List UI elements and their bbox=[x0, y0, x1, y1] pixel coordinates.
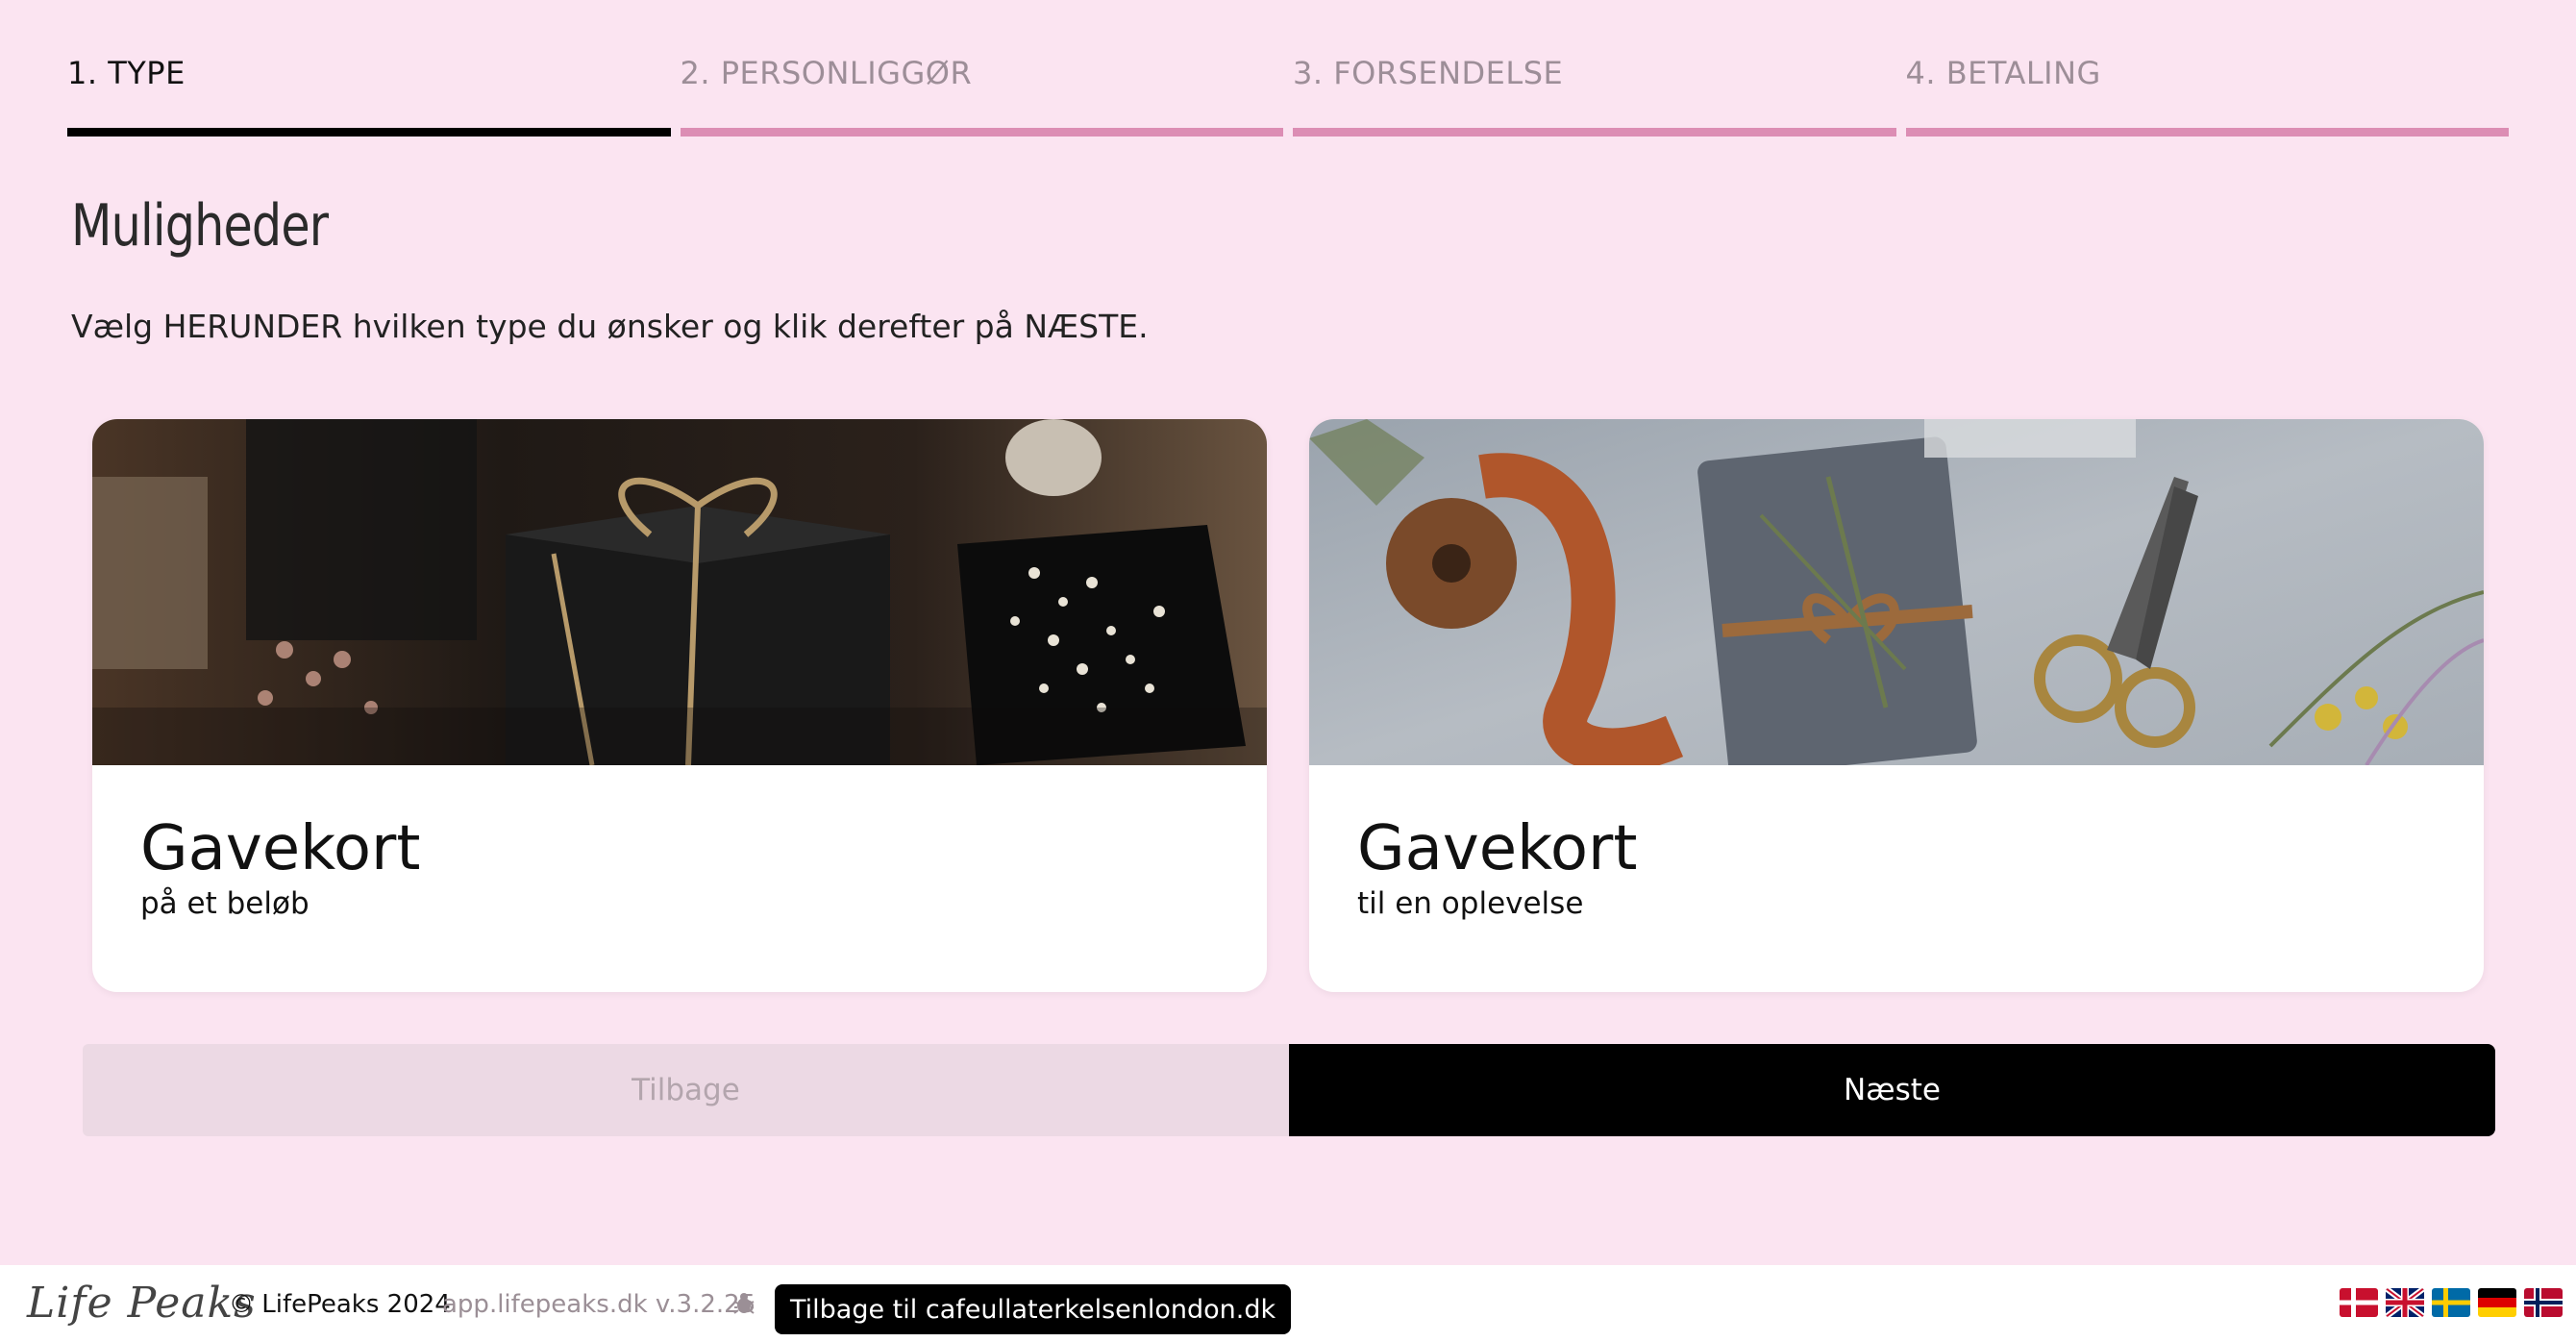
lifepeaks-logo[interactable]: Life Peaks bbox=[27, 1279, 257, 1328]
wrapped-gift-ribbon-photo bbox=[1309, 419, 2484, 765]
card-subtitle: til en oplevelse bbox=[1357, 886, 1584, 921]
step-progress: 1. TYPE 2. PERSONLIGGØR 3. FORSENDELSE 4… bbox=[67, 58, 2509, 137]
back-button[interactable]: Tilbage bbox=[83, 1044, 1289, 1136]
swedish-flag-icon[interactable] bbox=[2432, 1288, 2470, 1317]
step-bar bbox=[1905, 128, 2509, 137]
danish-flag-icon[interactable] bbox=[2340, 1288, 2378, 1317]
card-title: Gavekort bbox=[140, 813, 421, 884]
option-card-experience[interactable]: Gavekort til en oplevelse bbox=[1309, 419, 2484, 992]
step-forsendelse[interactable]: 3. FORSENDELSE bbox=[1293, 58, 1896, 137]
next-button[interactable]: Næste bbox=[1289, 1044, 2495, 1136]
footer: Life Peaks © LifePeaks 2024 app.lifepeak… bbox=[0, 1265, 2576, 1342]
norwegian-flag-icon[interactable] bbox=[2524, 1288, 2563, 1317]
option-card-amount[interactable]: Gavekort på et beløb bbox=[92, 419, 1267, 992]
step-label: 3. FORSENDELSE bbox=[1293, 55, 1564, 91]
copyright-text: © LifePeaks 2024 bbox=[229, 1290, 451, 1319]
step-label: 4. BETALING bbox=[1905, 55, 2101, 91]
german-flag-icon[interactable] bbox=[2478, 1288, 2516, 1317]
language-selector bbox=[2340, 1288, 2563, 1317]
page-title: Muligheder bbox=[71, 192, 329, 260]
step-personliggor[interactable]: 2. PERSONLIGGØR bbox=[680, 55, 1283, 137]
step-type[interactable]: 1. TYPE bbox=[67, 58, 671, 137]
card-subtitle: på et beløb bbox=[140, 886, 310, 921]
step-bar bbox=[680, 128, 1283, 137]
wizard-navigation: Tilbage Næste bbox=[83, 1044, 2495, 1136]
bug-icon[interactable] bbox=[731, 1290, 757, 1317]
step-label: 2. PERSONLIGGØR bbox=[680, 55, 973, 91]
dark-gift-box-photo bbox=[92, 419, 1267, 765]
step-bar bbox=[67, 128, 671, 137]
step-label: 1. TYPE bbox=[67, 55, 186, 91]
uk-flag-icon[interactable] bbox=[2386, 1288, 2424, 1317]
back-to-shop-link[interactable]: Tilbage til cafeullaterkelsenlondon.dk bbox=[775, 1284, 1292, 1334]
instructions-text: Vælg HERUNDER hvilken type du ønsker og … bbox=[71, 308, 1149, 345]
card-title: Gavekort bbox=[1357, 813, 1638, 884]
step-betaling[interactable]: 4. BETALING bbox=[1905, 55, 2509, 137]
step-bar bbox=[1293, 128, 1896, 137]
app-version-text: app.lifepeaks.dk v.3.2.25 bbox=[442, 1290, 756, 1319]
